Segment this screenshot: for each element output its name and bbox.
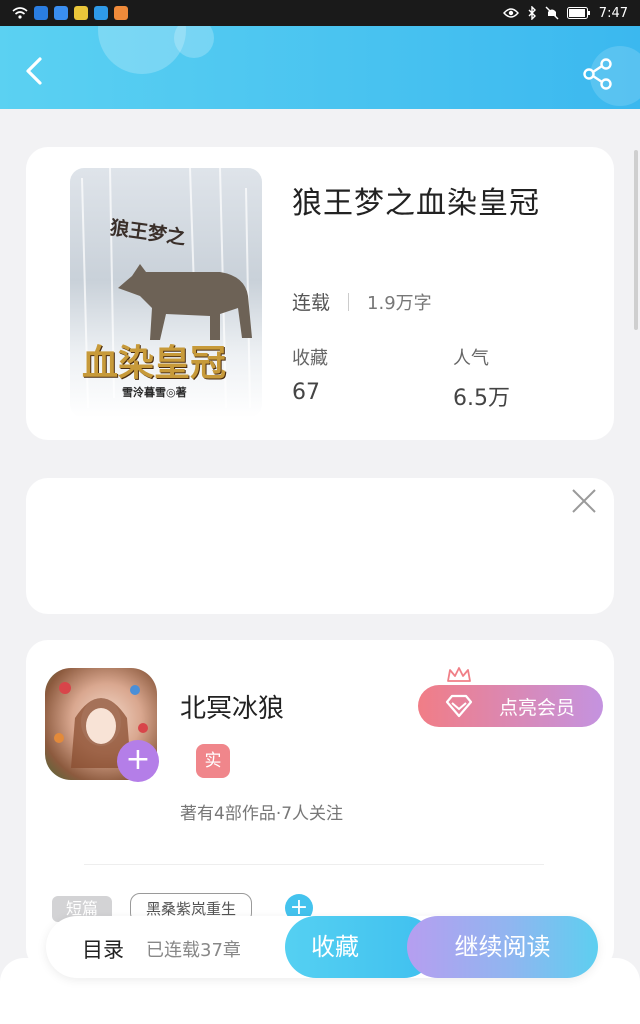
verified-badge: 实 — [196, 744, 230, 778]
book-meta: 连载 1.9万字 — [292, 288, 432, 315]
notification-app-icon — [94, 6, 108, 20]
chapter-count: 已连载37章 — [146, 940, 241, 961]
author-name: 北冥冰狼 — [180, 694, 285, 724]
notification-app-icon — [54, 6, 68, 20]
notification-app-icon — [114, 6, 128, 20]
continue-reading-button[interactable]: 继续阅读 — [407, 916, 598, 978]
notification-app-icon — [34, 6, 48, 20]
diamond-icon — [445, 694, 473, 718]
popularity-value: 6.5万 — [453, 386, 510, 411]
vip-label: 点亮会员 — [498, 696, 575, 719]
decor-bubble — [174, 26, 214, 58]
eye-icon — [502, 8, 519, 18]
favorites-label: 收藏 — [292, 348, 328, 369]
cover-text-main: 血染皇冠 — [82, 342, 227, 384]
crown-icon — [447, 667, 471, 682]
follow-author-button[interactable]: + — [117, 740, 159, 782]
wolf-shape — [118, 264, 252, 340]
share-icon[interactable] — [580, 56, 616, 92]
book-cover[interactable]: 狼王梦之 血染皇冠 雪泠暮雪◎著 — [70, 168, 262, 418]
book-title: 狼王梦之血染皇冠 — [292, 186, 540, 221]
notification-app-icon — [74, 6, 88, 20]
status-right: 7:47 — [502, 5, 628, 21]
back-icon[interactable] — [20, 56, 50, 86]
ad-card — [26, 478, 614, 614]
favorites-value: 67 — [292, 380, 320, 405]
popularity-label: 人气 — [453, 348, 489, 369]
status-left-icons — [12, 6, 128, 20]
cover-text-author: 雪泠暮雪◎著 — [122, 386, 187, 399]
scrollbar[interactable] — [634, 150, 638, 330]
word-count: 1.9万字 — [367, 292, 432, 314]
bluetooth-icon — [528, 6, 536, 20]
close-icon[interactable] — [571, 488, 597, 514]
app-header — [0, 26, 640, 109]
author-summary: 著有4部作品·7人关注 — [180, 804, 344, 824]
meta-divider — [348, 292, 350, 311]
book-status: 连载 — [292, 292, 331, 314]
wifi-icon — [12, 7, 28, 19]
divider — [84, 864, 544, 865]
toc-button[interactable]: 目录 — [82, 934, 124, 964]
decor-bubble — [98, 26, 186, 74]
status-time: 7:47 — [598, 5, 628, 21]
battery-icon — [566, 7, 590, 19]
mute-icon — [545, 6, 559, 20]
status-bar: 7:47 — [0, 0, 640, 26]
